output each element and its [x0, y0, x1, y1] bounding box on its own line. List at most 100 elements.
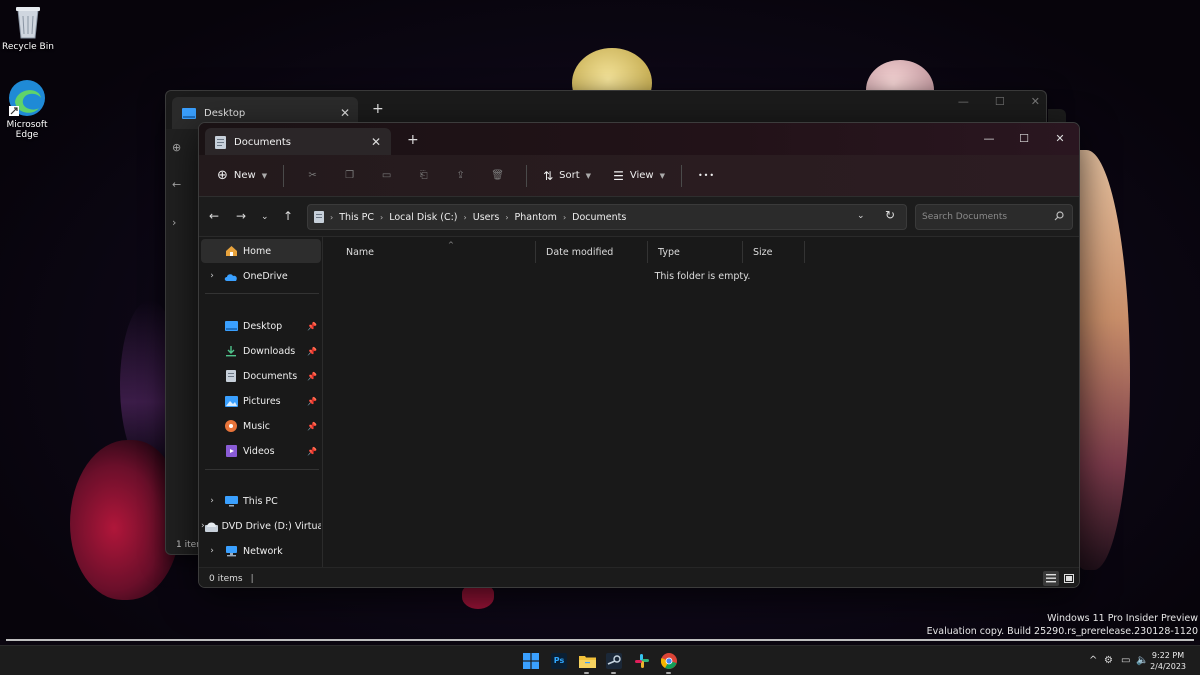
- taskbar-slack[interactable]: [633, 652, 651, 670]
- pin-icon[interactable]: 📌: [307, 397, 317, 406]
- column-header-name[interactable]: Name ^: [336, 241, 536, 263]
- tab-documents[interactable]: Documents ✕: [205, 128, 391, 157]
- show-hidden-icons-chevron-icon[interactable]: ^: [1089, 655, 1097, 666]
- tab-title: Documents: [234, 137, 292, 148]
- pin-icon[interactable]: 📌: [307, 322, 317, 331]
- chevron-right-icon[interactable]: ›: [201, 271, 223, 281]
- pin-icon[interactable]: 📌: [307, 447, 317, 456]
- taskbar-chrome[interactable]: [660, 652, 678, 670]
- tiles-view-button[interactable]: [1061, 571, 1077, 586]
- sidebar-item-desktop[interactable]: Desktop 📌: [201, 314, 321, 338]
- maximize-icon[interactable]: ☐: [995, 95, 1005, 108]
- settings-tray-icon[interactable]: ⚙: [1104, 655, 1113, 666]
- pin-icon[interactable]: 📌: [307, 372, 317, 381]
- column-header-type[interactable]: Type: [648, 241, 743, 263]
- breadcrumb-documents[interactable]: Documents: [572, 212, 626, 223]
- view-button[interactable]: ☰ View ▼: [607, 161, 671, 191]
- videos-icon: [223, 445, 239, 457]
- view-label: View: [629, 170, 654, 181]
- close-icon[interactable]: ✕: [340, 106, 350, 120]
- sidebar-item-label: Pictures: [243, 395, 281, 407]
- pin-icon[interactable]: 📌: [307, 347, 317, 356]
- taskbar-steam[interactable]: [605, 652, 623, 670]
- search-input[interactable]: Search Documents: [915, 204, 1073, 230]
- minimize-icon[interactable]: —: [958, 95, 969, 108]
- chevron-down-icon: ▼: [659, 171, 665, 180]
- share-button[interactable]: ⇪: [442, 161, 479, 191]
- new-tab-button[interactable]: +: [407, 132, 419, 148]
- desktop-folder-icon: [182, 107, 196, 119]
- new-button[interactable]: ⊕ New ▼: [211, 161, 273, 191]
- title-bar: Documents ✕ + — ☐ ✕: [199, 123, 1079, 157]
- refresh-icon[interactable]: ↻: [885, 208, 895, 222]
- sidebar-item-network[interactable]: › Network: [201, 539, 321, 563]
- paste-button[interactable]: ▭: [368, 161, 405, 191]
- explorer-window-documents[interactable]: Documents ✕ + — ☐ ✕ ⊕ New ▼ ✂ ❐ ▭ ⎗ ⇪ 🗑 …: [198, 122, 1080, 588]
- desktop-icon-label: Microsoft Edge: [6, 120, 48, 140]
- recent-locations-chevron-icon[interactable]: ⌄: [261, 212, 269, 222]
- maximize-icon[interactable]: ☐: [1009, 127, 1039, 149]
- file-list[interactable]: Name ^ Date modified Type Size This fold…: [324, 237, 1079, 567]
- breadcrumb-local-disk[interactable]: Local Disk (C:): [389, 212, 457, 223]
- desktop-folder-icon: [223, 320, 239, 332]
- empty-folder-message: This folder is empty.: [654, 271, 751, 282]
- taskbar-file-explorer[interactable]: [578, 652, 596, 670]
- sidebar-item-videos[interactable]: Videos 📌: [201, 439, 321, 463]
- sidebar-item-documents[interactable]: Documents 📌: [201, 364, 321, 388]
- chevron-right-icon: ›: [463, 212, 467, 222]
- computer-icon: [223, 495, 239, 507]
- sort-button[interactable]: ⇅ Sort ▼: [537, 161, 597, 191]
- sidebar-item-label: Downloads: [243, 345, 296, 357]
- column-header-size[interactable]: Size: [743, 241, 805, 263]
- copy-button[interactable]: ❐: [331, 161, 368, 191]
- tiles-view-icon: [1064, 574, 1074, 583]
- address-bar[interactable]: › This PC › Local Disk (C:) › Users › Ph…: [307, 204, 907, 230]
- breadcrumb-users[interactable]: Users: [473, 212, 500, 223]
- sidebar-item-onedrive[interactable]: › OneDrive: [201, 264, 321, 288]
- running-indicator: [611, 672, 616, 674]
- delete-button[interactable]: 🗑: [479, 161, 516, 191]
- share-icon: ⇪: [456, 170, 465, 181]
- minimize-icon[interactable]: —: [974, 127, 1004, 149]
- new-tab-button[interactable]: +: [372, 101, 384, 117]
- sidebar-item-pictures[interactable]: Pictures 📌: [201, 389, 321, 413]
- desktop-icon-recycle-bin[interactable]: Recycle Bin: [0, 4, 60, 52]
- column-header-date-modified[interactable]: Date modified: [536, 241, 648, 263]
- sidebar-item-label: Desktop: [243, 320, 283, 332]
- chevron-right-icon[interactable]: ›: [201, 496, 223, 506]
- close-icon[interactable]: ✕: [1031, 95, 1040, 108]
- cloud-icon: [223, 270, 239, 282]
- cut-button[interactable]: ✂: [294, 161, 331, 191]
- address-history-chevron-icon[interactable]: ⌄: [857, 211, 865, 221]
- chevron-right-icon[interactable]: ›: [201, 546, 223, 556]
- close-icon[interactable]: ✕: [371, 135, 381, 149]
- forward-arrow-icon[interactable]: →: [236, 209, 246, 223]
- volume-icon[interactable]: 🔈: [1136, 655, 1148, 666]
- rename-button[interactable]: ⎗: [405, 161, 442, 191]
- sidebar-item-this-pc[interactable]: › This PC: [201, 489, 321, 513]
- sidebar-item-music[interactable]: Music 📌: [201, 414, 321, 438]
- breadcrumb-this-pc[interactable]: This PC: [339, 212, 374, 223]
- sidebar-item-downloads[interactable]: Downloads 📌: [201, 339, 321, 363]
- back-arrow-icon[interactable]: ←: [209, 209, 219, 223]
- column-label: Size: [753, 246, 773, 258]
- chevron-down-icon: ▼: [585, 171, 592, 180]
- breadcrumb-phantom[interactable]: Phantom: [515, 212, 557, 223]
- more-options-button[interactable]: •••: [692, 161, 721, 191]
- sidebar-item-label: DVD Drive (D:) VirtualBox: [221, 520, 321, 532]
- pin-icon[interactable]: 📌: [307, 422, 317, 431]
- sidebar-item-home[interactable]: Home: [201, 239, 321, 263]
- desktop-icon-microsoft-edge[interactable]: Microsoft Edge: [0, 78, 59, 140]
- sidebar-item-dvd-drive[interactable]: › DVD Drive (D:) VirtualBox: [201, 514, 321, 538]
- clock-time: 9:22 PM: [1151, 651, 1185, 660]
- chevron-right-icon: ›: [380, 212, 384, 222]
- system-clock[interactable]: 9:22 PM 2/4/2023: [1150, 650, 1186, 672]
- start-button[interactable]: [522, 652, 540, 670]
- navigation-pane: Home › OneDrive Desktop 📌 Downloads 📌 Do…: [199, 237, 323, 567]
- close-icon[interactable]: ✕: [1045, 127, 1075, 149]
- network-tray-icon[interactable]: ▭: [1121, 655, 1130, 666]
- taskbar-photoshop[interactable]: Ps: [550, 652, 568, 670]
- details-view-button[interactable]: [1043, 571, 1059, 586]
- windows-watermark: Windows 11 Pro Insider Preview Evaluatio…: [927, 612, 1198, 638]
- up-arrow-icon[interactable]: ↑: [283, 209, 293, 223]
